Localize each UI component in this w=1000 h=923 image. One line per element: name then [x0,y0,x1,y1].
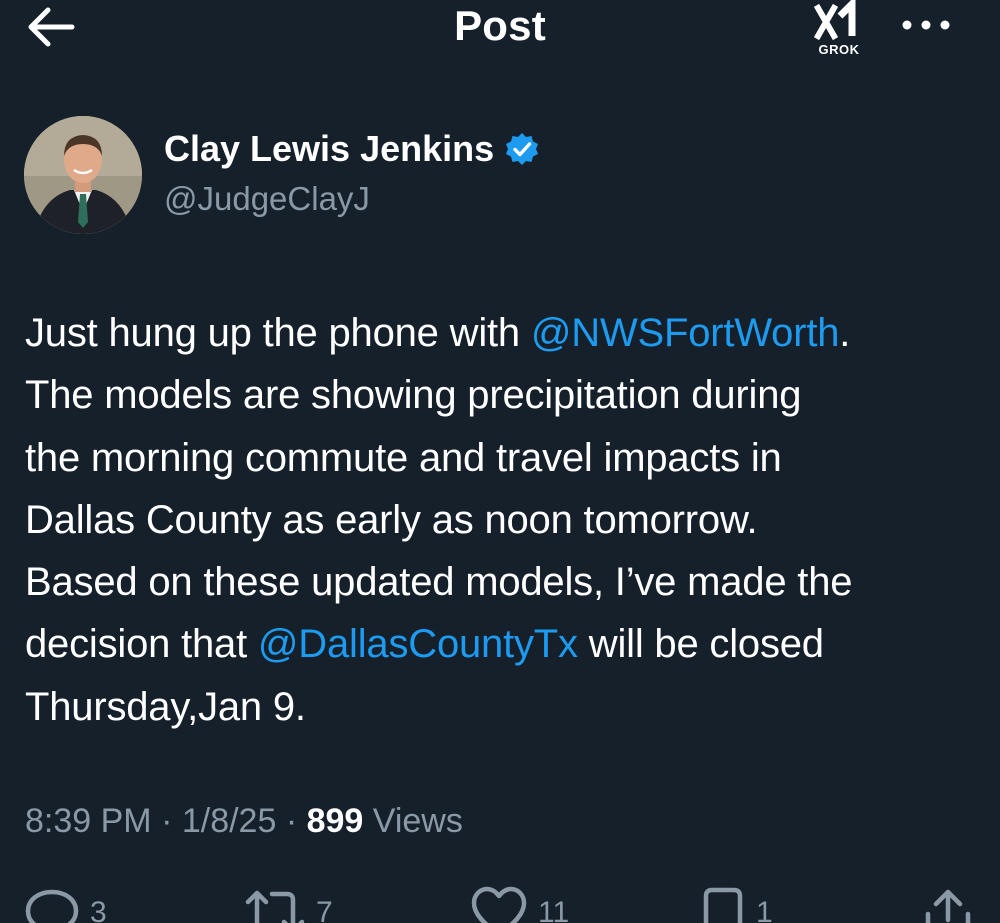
mention-link-nwsfortworth[interactable]: @NWSFortWorth [531,311,840,355]
profile-photo [24,116,142,234]
bookmark-count: 1 [756,896,773,923]
like-count: 11 [538,896,570,923]
action-bar: 3 7 11 1 [0,882,1000,923]
mention-link-dallascountytx[interactable]: @DallasCountyTx [258,622,578,666]
post-time: 8:39 PM [25,802,152,840]
views-label: Views [363,802,463,840]
tweet-line: Thursday,Jan 9. [25,684,306,729]
avatar[interactable] [24,116,142,234]
tweet-line: Just hung up the phone with @NWSFortWort… [25,302,985,364]
author-name-text: Clay Lewis Jenkins [164,128,495,169]
views-count[interactable]: 899 [307,802,364,840]
grok-icon [813,0,856,41]
bookmark-button[interactable]: 1 [700,882,773,923]
share-button[interactable] [922,882,974,923]
post-date: 1/8/25 [181,802,277,840]
reply-button[interactable]: 3 [24,882,107,923]
arrow-left-icon [28,7,75,47]
tweet-line: The models are showing precipitation dur… [25,373,802,418]
post-screen: Post GROK Clay Lewis Jenkins @JudgeClayJ… [0,0,1000,923]
heart-icon [471,886,527,923]
like-button[interactable]: 11 [470,882,569,923]
reply-icon [25,889,79,923]
more-icon [902,20,950,30]
tweet-line: the morning commute and travel impacts i… [25,435,782,480]
grok-button[interactable]: GROK [808,0,870,62]
repost-icon [245,890,305,923]
tweet-text-segment: will be closed [577,622,824,667]
tweet-text-segment: Just hung up the phone with [25,311,531,355]
repost-button[interactable]: 7 [244,882,333,923]
tweet-text-segment: . [839,311,851,355]
meta-separator: · [276,802,307,840]
tweet-line: decision that @DallasCountyTx will be cl… [25,613,985,675]
author-name[interactable]: Clay Lewis Jenkins [164,128,540,170]
tweet-line: Dallas County as early as noon tomorrow. [25,497,758,542]
share-icon [925,889,971,923]
reply-count: 3 [90,896,107,923]
tweet-text-segment: decision that [25,622,258,667]
post-meta: 8:39 PM · 1/8/25 · 899 Views [25,802,463,841]
grok-label: GROK [818,42,860,57]
meta-separator: · [151,802,182,840]
verified-badge-icon [506,133,539,165]
tweet-line: Based on these updated models, I’ve made… [25,560,853,605]
repost-count: 7 [316,896,333,923]
more-options-button[interactable] [898,10,954,40]
author-handle[interactable]: @JudgeClayJ [164,180,370,218]
back-button[interactable] [22,2,82,52]
tweet-text: Just hung up the phone with @NWSFortWort… [25,302,985,738]
bookmark-icon [703,887,743,923]
